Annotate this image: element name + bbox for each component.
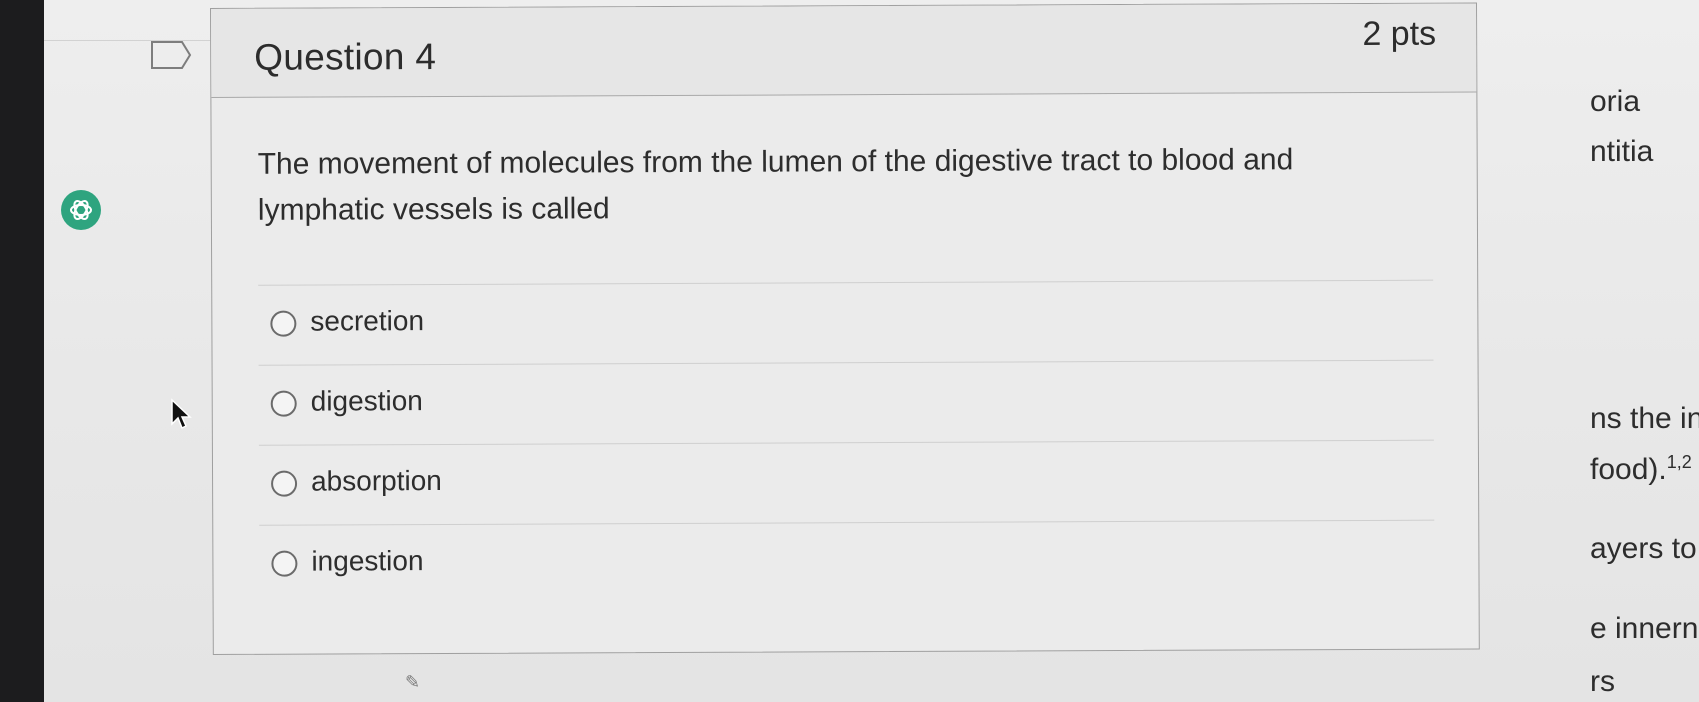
radio-button[interactable] xyxy=(270,390,297,417)
answer-option-ingestion[interactable]: ingestion xyxy=(259,519,1435,605)
answer-label[interactable]: ingestion xyxy=(311,545,423,577)
radio-button[interactable] xyxy=(271,550,298,577)
radio-button[interactable] xyxy=(271,470,298,497)
bookmark-flag-icon[interactable] xyxy=(150,40,194,70)
chatgpt-extension-icon[interactable] xyxy=(61,190,101,230)
question-points: 2 pts xyxy=(1362,14,1437,53)
answer-option-secretion[interactable]: secretion xyxy=(258,279,1434,365)
answer-label[interactable]: digestion xyxy=(311,385,423,417)
radio-button[interactable] xyxy=(270,310,297,337)
device-bezel xyxy=(0,0,44,702)
question-text: The movement of molecules from the lumen… xyxy=(257,143,1294,227)
side-text-line: ntitia xyxy=(1590,135,1654,168)
small-mark-icon: ✎ xyxy=(405,672,421,692)
top-divider xyxy=(44,0,214,41)
side-text-line: e innern xyxy=(1590,612,1699,645)
answer-label[interactable]: absorption xyxy=(311,465,442,498)
citation-superscript: 1,2 xyxy=(1666,452,1692,472)
assistant-knot-icon xyxy=(70,199,92,221)
question-header: Question 4 2 pts xyxy=(211,3,1477,98)
side-text-line: ns the in xyxy=(1590,402,1699,435)
answer-option-digestion[interactable]: digestion xyxy=(258,359,1434,445)
side-text-food: food). xyxy=(1590,453,1667,486)
question-card: Question 4 2 pts The movement of molecul… xyxy=(210,2,1480,655)
side-text-line: oria xyxy=(1590,85,1641,118)
side-text-line: rs xyxy=(1590,665,1615,698)
background-page-fragment: oria ntitia ns the in food).1,2 ayers to… xyxy=(1585,0,1699,702)
answer-label[interactable]: secretion xyxy=(310,305,424,337)
mouse-pointer-icon xyxy=(171,398,192,430)
answer-list: secretion digestion absorption ingestion xyxy=(258,279,1435,605)
side-text-line: food).1,2 xyxy=(1590,452,1692,487)
question-title: Question 4 xyxy=(254,36,437,78)
answer-option-absorption[interactable]: absorption xyxy=(258,439,1435,525)
side-text-line: ayers to xyxy=(1590,532,1697,565)
